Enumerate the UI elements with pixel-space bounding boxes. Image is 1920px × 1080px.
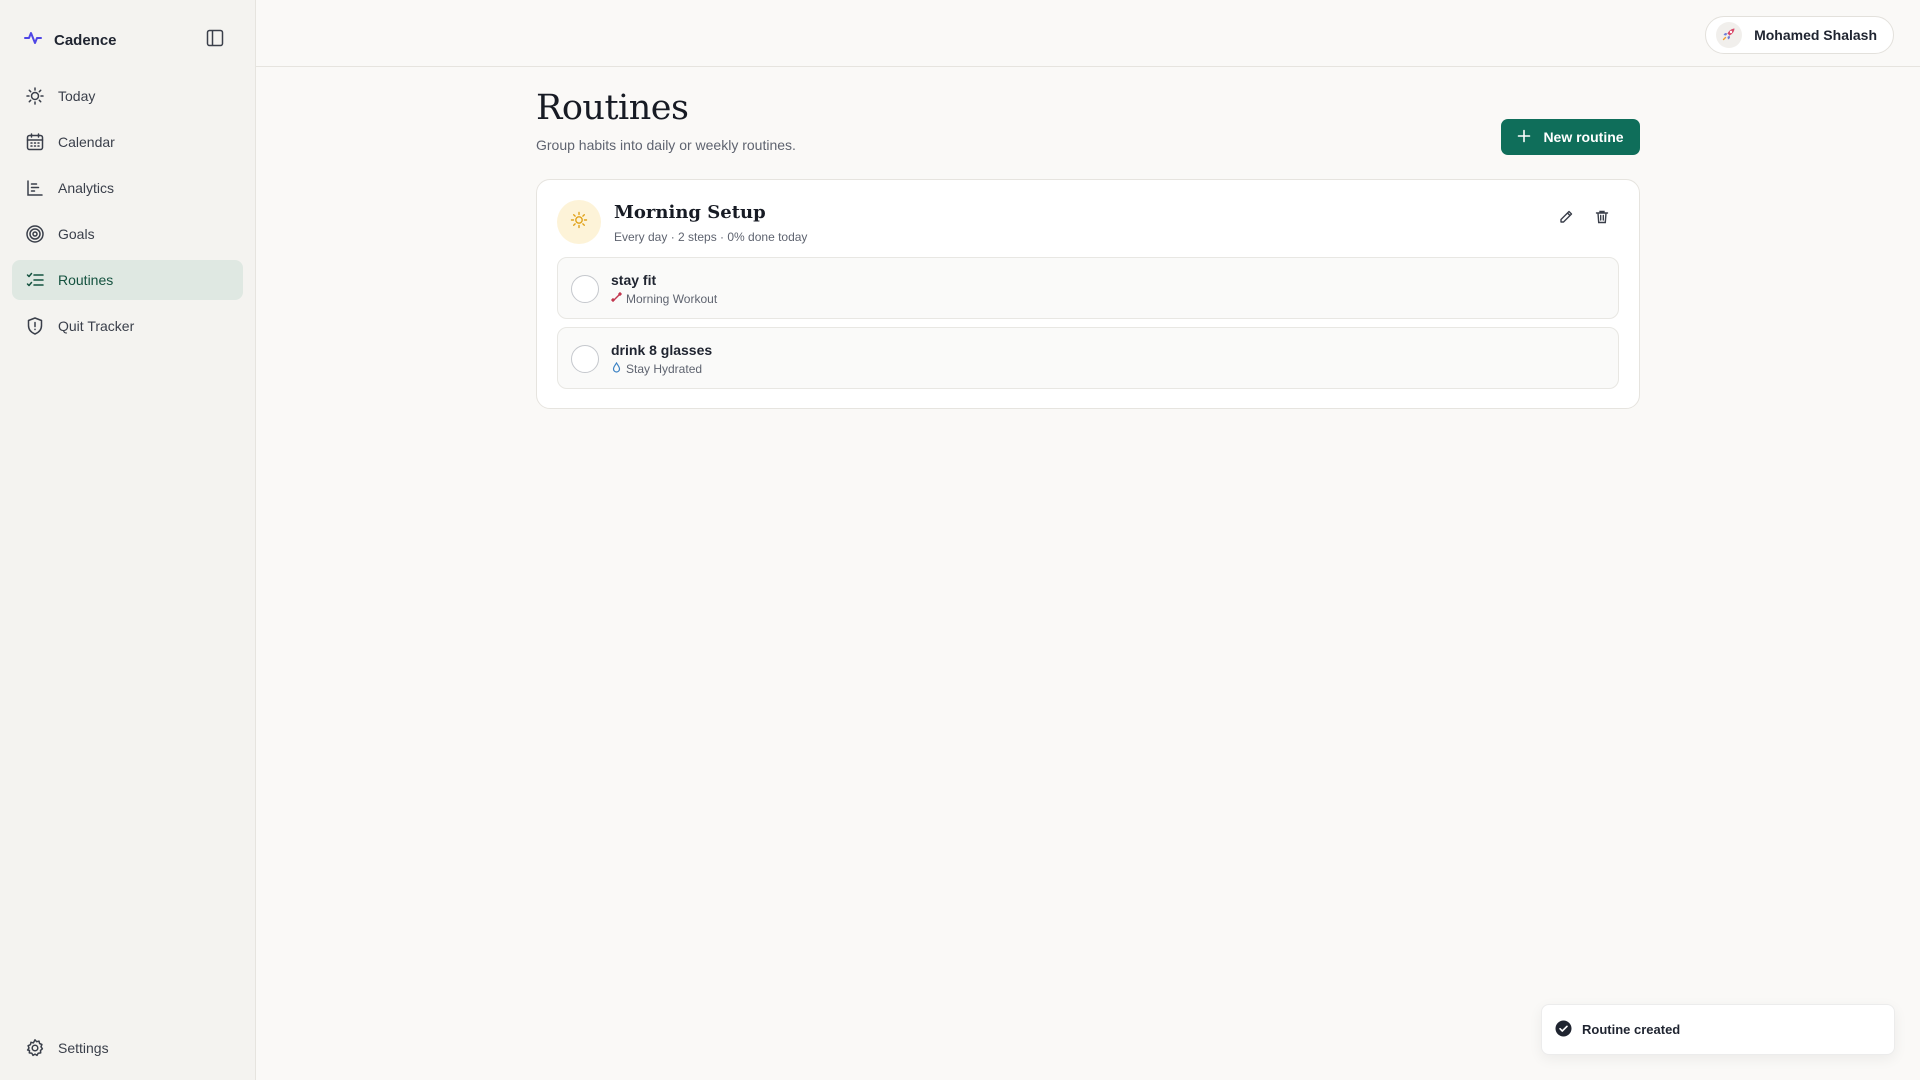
sidebar-item-quit-tracker[interactable]: Quit Tracker (12, 306, 243, 346)
sidebar-item-goals[interactable]: Goals (12, 214, 243, 254)
sun-icon (569, 210, 589, 235)
shield-icon (24, 315, 46, 337)
top-bar: Mohamed Shalash (256, 0, 1920, 67)
step-title: stay fit (611, 272, 657, 288)
user-menu-button[interactable]: Mohamed Shalash (1705, 16, 1894, 54)
sidebar-item-label: Calendar (58, 134, 115, 150)
routine-step[interactable]: stay fit Morning Workout (557, 257, 1619, 319)
sidebar-item-label: Analytics (58, 180, 115, 196)
step-habit: Morning Workout (611, 292, 717, 306)
routine-card: Morning Setup Every day · 2 steps · 0% d… (536, 179, 1640, 409)
sidebar-item-settings[interactable]: Settings (12, 1028, 243, 1068)
user-name: Mohamed Shalash (1754, 27, 1877, 43)
new-routine-label: New routine (1543, 129, 1624, 145)
page-subtitle: Group habits into daily or weekly routin… (536, 137, 796, 153)
delete-routine-button[interactable] (1589, 206, 1615, 232)
pencil-icon (1558, 209, 1574, 230)
routine-name: Morning Setup (614, 202, 766, 223)
droplet-icon (611, 361, 622, 376)
settings-label: Settings (58, 1040, 109, 1056)
step-habit-label: Morning Workout (626, 292, 718, 306)
sidebar-item-label: Goals (58, 226, 95, 242)
brand[interactable]: Cadence (24, 28, 117, 52)
edit-routine-button[interactable] (1553, 206, 1579, 232)
sidebar-item-routines[interactable]: Routines (12, 260, 243, 300)
step-habit-label: Stay Hydrated (626, 362, 703, 376)
target-icon (24, 223, 46, 245)
plus-icon (1517, 129, 1531, 146)
routine-icon (557, 200, 601, 244)
sidebar-nav: Today Calendar Analytics Goals Routines (12, 76, 243, 352)
sidebar-item-label: Quit Tracker (58, 318, 135, 334)
sidebar-item-calendar[interactable]: Calendar (12, 122, 243, 162)
sidebar-item-label: Routines (58, 272, 114, 288)
check-circle-icon (1555, 1020, 1572, 1040)
toast-notification: Routine created (1541, 1004, 1895, 1055)
calendar-icon (24, 131, 46, 153)
step-title: drink 8 glasses (611, 342, 713, 358)
routine-meta: Every day · 2 steps · 0% done today (614, 230, 808, 244)
chart-icon (24, 177, 46, 199)
app-name: Cadence (54, 31, 117, 49)
toast-message: Routine created (1582, 1022, 1681, 1037)
checklist-icon (24, 269, 46, 291)
rocket-icon (1721, 26, 1737, 45)
sidebar-toggle-button[interactable] (203, 29, 227, 51)
sun-icon (24, 85, 46, 107)
step-habit: Stay Hydrated (611, 361, 703, 376)
sidebar-panel-icon (206, 29, 224, 52)
step-checkbox[interactable] (571, 275, 599, 303)
step-checkbox[interactable] (571, 345, 599, 373)
sidebar-item-today[interactable]: Today (12, 76, 243, 116)
new-routine-button[interactable]: New routine (1501, 119, 1640, 155)
dumbbell-icon (611, 292, 622, 306)
pulse-icon (24, 31, 42, 50)
routine-step[interactable]: drink 8 glasses Stay Hydrated (557, 327, 1619, 389)
trash-icon (1594, 209, 1610, 230)
sidebar: Cadence Today Calendar Analytics Goals R… (0, 0, 256, 1080)
sidebar-item-analytics[interactable]: Analytics (12, 168, 243, 208)
page-title: Routines (536, 88, 689, 128)
gear-icon (24, 1037, 46, 1059)
avatar (1716, 22, 1743, 48)
sidebar-item-label: Today (58, 88, 96, 104)
